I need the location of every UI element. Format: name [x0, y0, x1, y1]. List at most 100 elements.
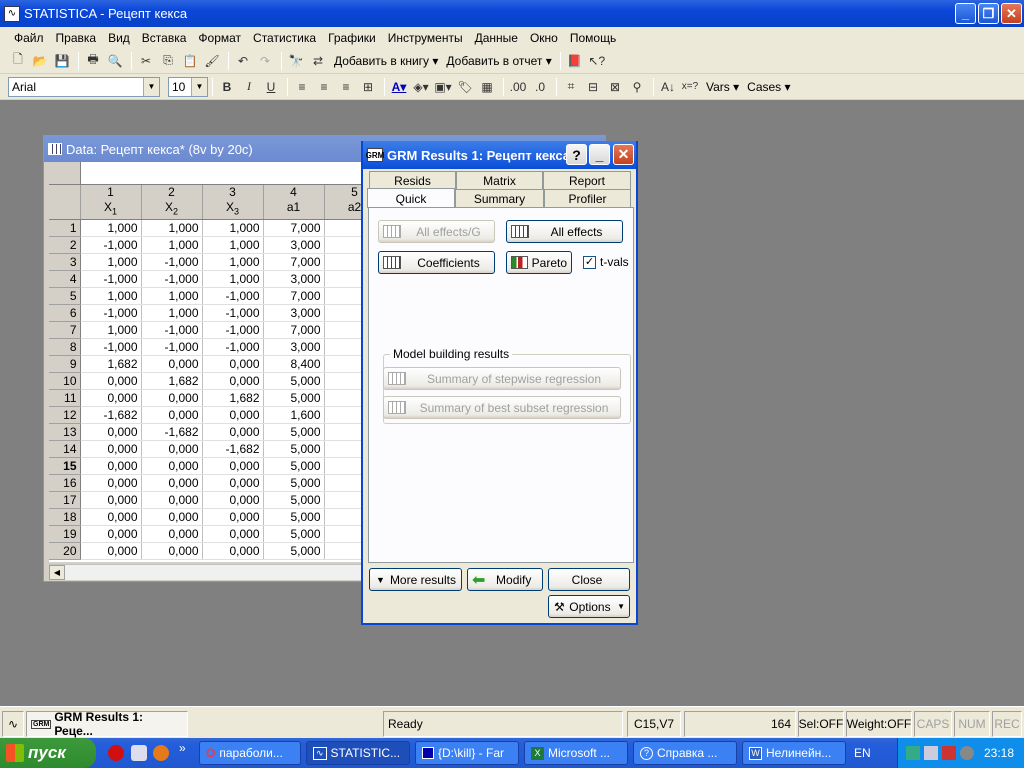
table-cell[interactable]: 0,000	[141, 457, 203, 475]
cases-menu[interactable]: Cases ▾	[743, 80, 794, 94]
monitor-icon[interactable]	[924, 746, 938, 760]
row-header[interactable]: 15	[49, 457, 81, 475]
row-header[interactable]: 11	[49, 389, 81, 407]
column-header[interactable]: 2 X2	[141, 184, 203, 220]
table-cell[interactable]: -1,000	[202, 287, 264, 305]
format-painter-icon[interactable]: 🖌	[202, 51, 222, 71]
table-cell[interactable]: -1,682	[80, 406, 142, 424]
table-cell[interactable]: 0,000	[80, 525, 142, 543]
task-word[interactable]: W Нелинейн...	[742, 741, 846, 765]
table-cell[interactable]: 5,000	[263, 372, 325, 390]
table-cell[interactable]: 1,000	[80, 253, 142, 271]
row-header[interactable]: 14	[49, 440, 81, 458]
table-cell[interactable]: 0,000	[202, 423, 264, 441]
table-cell[interactable]: 3,000	[263, 304, 325, 322]
more-results-button[interactable]: ▼ More results	[369, 568, 462, 591]
status-weight[interactable]: Weight:OFF	[846, 711, 912, 737]
table-cell[interactable]: 1,000	[202, 253, 264, 271]
print-icon[interactable]: 🖶	[83, 51, 103, 71]
row-header[interactable]: 2	[49, 236, 81, 254]
menu-help[interactable]: Помощь	[564, 31, 622, 45]
table-cell[interactable]: 8,400	[263, 355, 325, 373]
task-help[interactable]: ? Справка ...	[633, 741, 737, 765]
align-right-icon[interactable]: ≡	[336, 77, 356, 97]
table-tool-icon[interactable]: ⊟	[583, 77, 603, 97]
row-header[interactable]: 17	[49, 491, 81, 509]
table-cell[interactable]: 5,000	[263, 389, 325, 407]
sort-icon[interactable]: A↓	[658, 77, 678, 97]
table-cell[interactable]: 0,000	[141, 474, 203, 492]
row-header[interactable]: 16	[49, 474, 81, 492]
table-cell[interactable]: 0,000	[80, 474, 142, 492]
table-cell[interactable]: -1,000	[141, 270, 203, 288]
language-indicator[interactable]: EN	[854, 746, 871, 760]
column-header[interactable]: 3 X3	[202, 184, 264, 220]
table-cell[interactable]: 0,000	[141, 508, 203, 526]
pareto-button[interactable]: Pareto	[506, 251, 572, 274]
row-header[interactable]: 13	[49, 423, 81, 441]
table-cell[interactable]: 7,000	[263, 219, 325, 237]
table-cell[interactable]: 5,000	[263, 491, 325, 509]
row-header[interactable]: 5	[49, 287, 81, 305]
menu-window[interactable]: Окно	[524, 31, 564, 45]
table-cell[interactable]: 0,000	[141, 389, 203, 407]
table-cell[interactable]: 0,000	[202, 406, 264, 424]
table-cell[interactable]: 0,000	[202, 457, 264, 475]
table-cell[interactable]: 0,000	[80, 542, 142, 560]
table-cell[interactable]: 1,000	[141, 287, 203, 305]
table-cell[interactable]: -1,000	[202, 304, 264, 322]
table-cell[interactable]: 1,682	[141, 372, 203, 390]
scroll-left-icon[interactable]: ◀	[49, 565, 65, 580]
row-header[interactable]: 10	[49, 372, 81, 390]
table-cell[interactable]: 1,682	[202, 389, 264, 407]
statistica-small-icon[interactable]: ∿	[2, 711, 24, 737]
start-button[interactable]: пуск	[0, 738, 96, 768]
table-cell[interactable]: -1,000	[202, 321, 264, 339]
table-cell[interactable]: 1,000	[141, 236, 203, 254]
table-cell[interactable]: 0,000	[202, 474, 264, 492]
restore-button[interactable]: ❐	[978, 3, 999, 24]
tab-profiler[interactable]: Profiler	[544, 189, 631, 207]
table-cell[interactable]: 0,000	[141, 525, 203, 543]
new-file-icon[interactable]: 🗋	[8, 51, 28, 71]
table-cell[interactable]: -1,000	[141, 338, 203, 356]
menu-edit[interactable]: Правка	[50, 31, 103, 45]
tvals-checkbox[interactable]: ✓	[583, 256, 596, 269]
column-header[interactable]: 1 X1	[80, 184, 142, 220]
redo-icon[interactable]: ↷	[255, 51, 275, 71]
border-icon[interactable]: ▣▾	[433, 77, 453, 97]
table-cell[interactable]: -1,000	[80, 338, 142, 356]
table-cell[interactable]: 0,000	[202, 542, 264, 560]
tab-report[interactable]: Report	[543, 171, 631, 189]
chevron-down-icon[interactable]: ▼	[191, 77, 207, 96]
all-effects-g-button[interactable]: All effects/G	[378, 220, 495, 243]
bold-button[interactable]: B	[217, 77, 237, 97]
chevron-down-icon[interactable]: ▼	[143, 77, 159, 96]
menu-graphs[interactable]: Графики	[322, 31, 382, 45]
row-header[interactable]: 3	[49, 253, 81, 271]
antivirus-icon[interactable]	[942, 746, 956, 760]
context-help-icon[interactable]: ↖?	[587, 51, 607, 71]
tag-icon[interactable]: 🏷	[455, 77, 475, 97]
volume-icon[interactable]	[960, 746, 974, 760]
status-selection[interactable]: Sel:OFF	[798, 711, 844, 737]
add-to-workbook-button[interactable]: Добавить в книгу ▾	[330, 54, 442, 68]
font-size-select[interactable]: 10 ▼	[168, 76, 208, 97]
tab-summary[interactable]: Summary	[455, 189, 544, 207]
table-cell[interactable]: -1,682	[141, 423, 203, 441]
table-cell[interactable]: 3,000	[263, 236, 325, 254]
network-icon[interactable]	[906, 746, 920, 760]
menu-view[interactable]: Вид	[102, 31, 136, 45]
table-cell[interactable]: 0,000	[80, 372, 142, 390]
modify-button[interactable]: ⬅ Modify	[467, 568, 543, 591]
font-select[interactable]: Arial ▼	[8, 76, 160, 97]
replace-icon[interactable]: ⇄	[308, 51, 328, 71]
coefficients-button[interactable]: Coefficients	[378, 251, 495, 274]
copy-icon[interactable]: ⎘	[158, 51, 178, 71]
dialog-close-button[interactable]: ✕	[613, 144, 634, 165]
quicklaunch-expand-icon[interactable]: »	[179, 741, 186, 755]
fill-color-icon[interactable]: ◈▾	[411, 77, 431, 97]
show-desktop-icon[interactable]	[131, 745, 147, 761]
stats-tool-icon[interactable]: ⊠	[605, 77, 625, 97]
table-cell[interactable]: 3,000	[263, 270, 325, 288]
